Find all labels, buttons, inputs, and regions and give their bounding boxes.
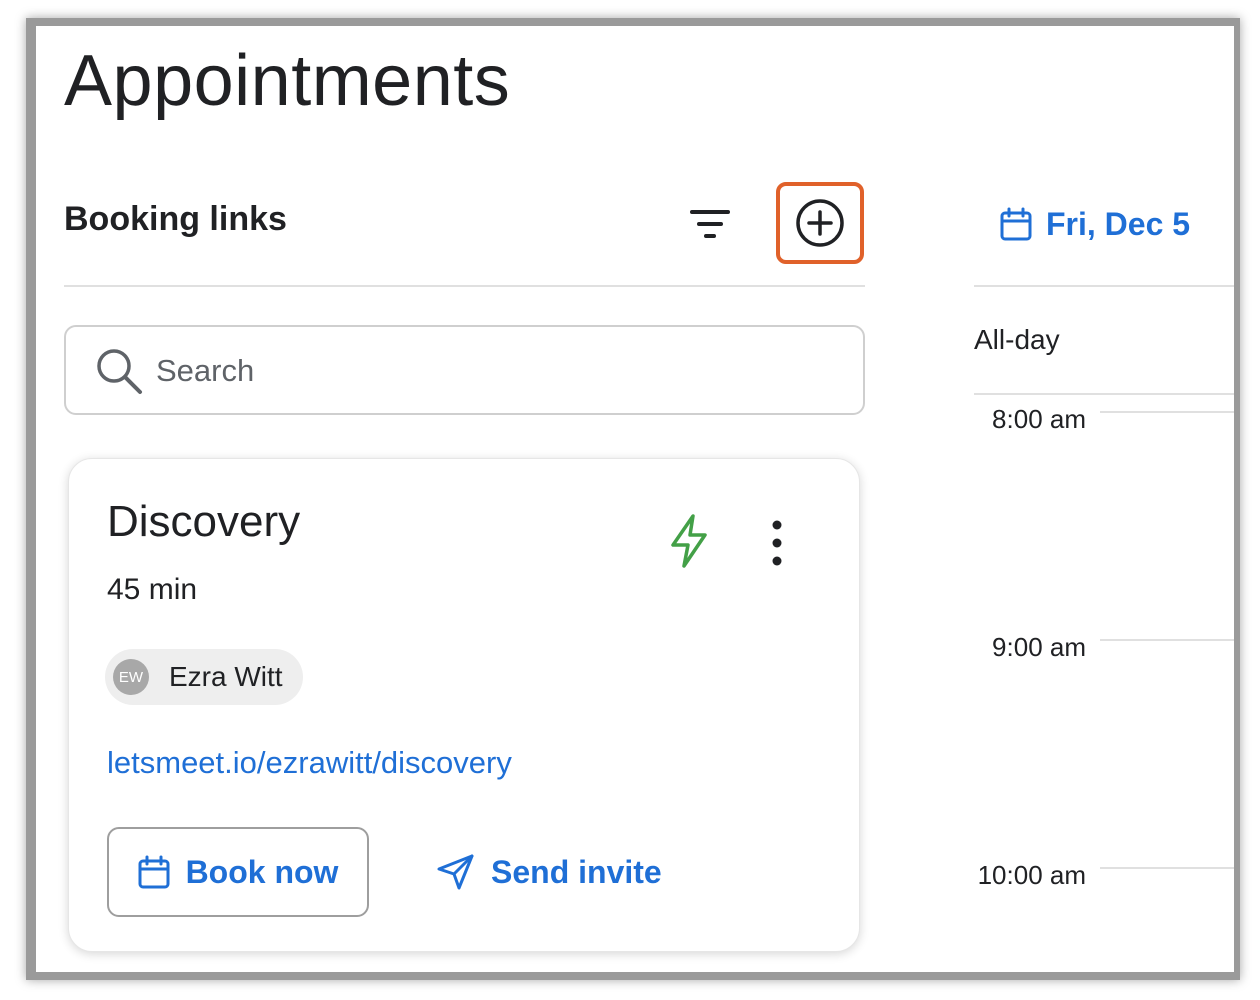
search-input[interactable] <box>154 345 838 397</box>
date-label: Fri, Dec 5 <box>1046 205 1191 242</box>
more-options-button[interactable] <box>757 513 797 573</box>
all-day-divider <box>974 393 1234 395</box>
all-day-label: All-day <box>974 324 1060 355</box>
calendar-icon <box>138 855 170 889</box>
booking-link-duration: 45 min <box>107 573 198 606</box>
calendar-header-divider <box>974 285 1234 287</box>
search-icon <box>97 349 142 394</box>
add-circle-icon <box>796 199 844 247</box>
send-icon <box>437 854 474 890</box>
hour-line <box>1100 411 1234 413</box>
section-divider <box>64 285 865 287</box>
calendar-icon <box>1000 207 1032 241</box>
date-picker-button[interactable]: Fri, Dec 5 <box>1000 202 1190 246</box>
add-booking-link-button[interactable] <box>776 182 864 264</box>
send-invite-button[interactable]: Send invite <box>431 827 668 917</box>
more-vertical-icon <box>772 520 782 566</box>
app-window: Appointments Booking links Discovery 45 … <box>36 26 1234 972</box>
booking-link-url[interactable]: letsmeet.io/ezrawitt/discovery <box>107 745 512 781</box>
avatar: EW <box>113 659 149 695</box>
hour-line <box>1100 639 1234 641</box>
booking-link-card[interactable]: Discovery 45 min EW Ezra Witt letsmeet.i… <box>68 458 860 952</box>
filter-icon <box>690 210 730 238</box>
booking-links-heading: Booking links <box>64 200 287 238</box>
hour-line <box>1100 867 1234 869</box>
search-box[interactable] <box>64 325 865 415</box>
filter-button[interactable] <box>684 200 736 248</box>
time-label-10am: 10:00 am <box>977 860 1086 890</box>
time-label-9am: 9:00 am <box>992 632 1086 662</box>
time-label-8am: 8:00 am <box>992 404 1086 434</box>
book-now-label: Book now <box>185 853 339 890</box>
owner-chip: EW Ezra Witt <box>105 649 303 705</box>
book-now-button[interactable]: Book now <box>107 827 369 917</box>
page-title: Appointments <box>64 41 511 121</box>
booking-link-title: Discovery <box>107 497 301 546</box>
bolt-icon <box>671 514 707 568</box>
send-invite-label: Send invite <box>491 853 662 890</box>
owner-name: Ezra Witt <box>169 661 283 692</box>
